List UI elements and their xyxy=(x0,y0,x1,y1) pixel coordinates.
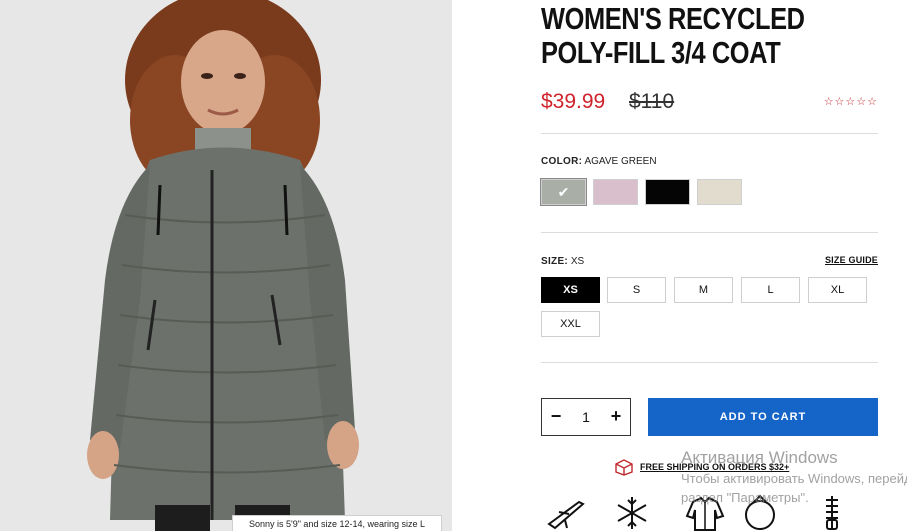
size-label: SIZE: xyxy=(541,256,569,267)
increase-quantity-button[interactable]: + xyxy=(602,399,630,435)
add-to-cart-button[interactable]: ADD TO CART xyxy=(648,398,878,436)
model-wearing-coat-illustration xyxy=(0,0,452,531)
watermark-line: Чтобы активировать Windows, перейдите в xyxy=(681,471,907,486)
size-option-m[interactable]: M xyxy=(674,277,733,303)
size-option-xl[interactable]: XL xyxy=(808,277,867,303)
check-icon: ✔ xyxy=(557,184,570,200)
packable-jacket-icon xyxy=(685,496,725,531)
lightweight-icon xyxy=(745,494,775,530)
swatch-black[interactable] xyxy=(645,179,690,205)
size-option-l[interactable]: L xyxy=(741,277,800,303)
divider xyxy=(541,133,878,134)
size-option-s[interactable]: S xyxy=(607,277,666,303)
image-caption: Sonny is 5'9" and size 12-14, wearing si… xyxy=(232,515,442,531)
swatch-beige[interactable] xyxy=(697,179,742,205)
rating-stars[interactable]: ☆☆☆☆☆ xyxy=(824,95,878,108)
size-option-xs[interactable]: XS xyxy=(541,277,600,303)
selected-size: XS xyxy=(570,256,585,267)
divider xyxy=(541,232,878,233)
sale-price: $39.99 xyxy=(541,90,606,113)
color-label-row: COLOR: AGAVE GREEN xyxy=(541,156,657,167)
snowflake-icon xyxy=(617,497,647,529)
size-option-xxl[interactable]: XXL xyxy=(541,311,600,337)
original-price: $110 xyxy=(629,90,675,113)
product-image[interactable]: Sonny is 5'9" and size 12-14, wearing si… xyxy=(0,0,452,531)
size-guide-link[interactable]: SIZE GUIDE xyxy=(825,255,878,265)
travel-icon xyxy=(547,500,585,530)
free-shipping-label: FREE SHIPPING ON ORDERS $32+ xyxy=(640,462,790,472)
size-label-row: SIZE: XS xyxy=(541,256,584,267)
selected-color-name: AGAVE GREEN xyxy=(584,156,657,167)
color-label: COLOR: xyxy=(541,156,583,167)
decrease-quantity-button[interactable]: − xyxy=(542,399,570,435)
shipping-box-icon xyxy=(615,459,633,476)
swatch-pink[interactable] xyxy=(593,179,638,205)
quantity-stepper: − 1 + xyxy=(541,398,631,436)
quantity-value[interactable]: 1 xyxy=(570,399,602,435)
product-title: WOMEN'S RECYCLED POLY-FILL 3/4 COAT xyxy=(541,1,805,70)
divider xyxy=(541,362,878,363)
price-row: $39.99 $110 ☆☆☆☆☆ xyxy=(541,90,878,120)
swatch-agave-green[interactable]: ✔ xyxy=(540,178,587,206)
zipper-icon xyxy=(826,496,838,530)
